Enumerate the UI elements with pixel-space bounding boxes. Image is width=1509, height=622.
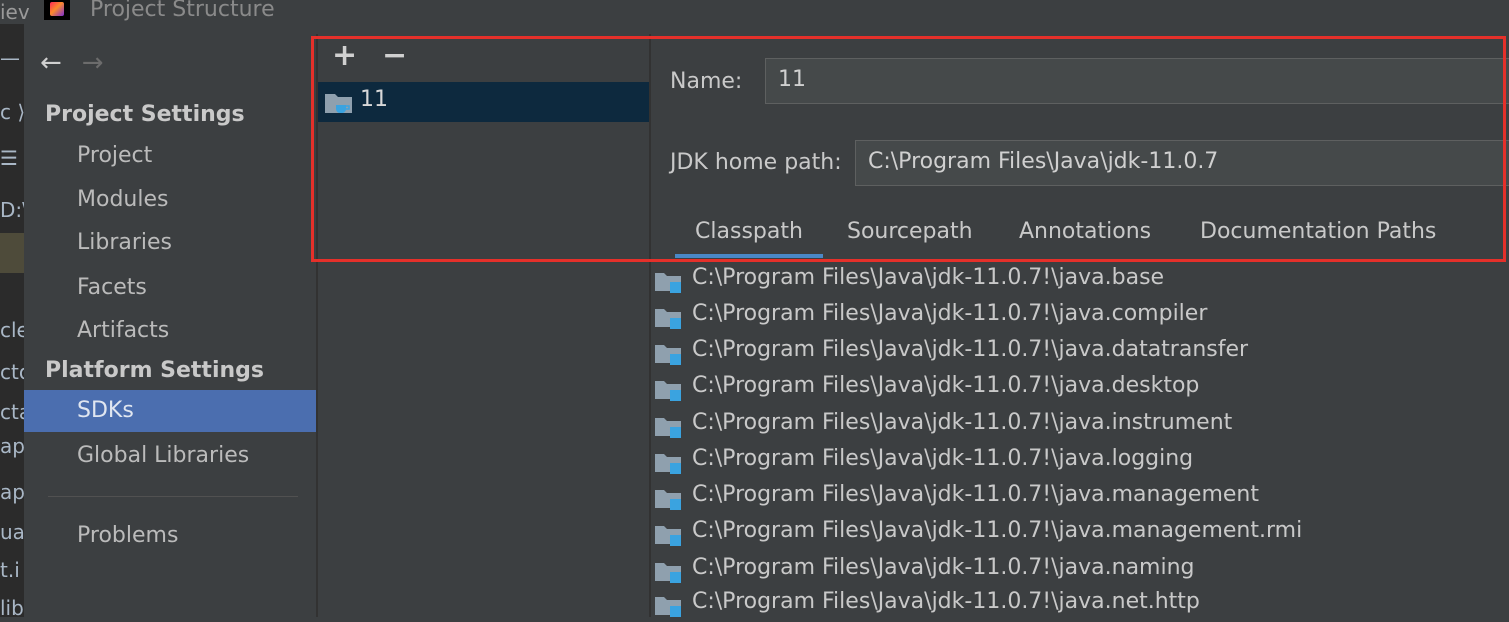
classpath-entry-path: C:\Program Files\Java\jdk-11.0.7!\java.n… bbox=[692, 555, 1195, 580]
nav-item-label: Artifacts bbox=[77, 318, 170, 343]
nav-item-libraries[interactable]: Libraries bbox=[24, 222, 316, 264]
name-label: Name: bbox=[670, 69, 743, 94]
sdk-list-pane: + − 11 bbox=[318, 34, 649, 617]
sdk-path-tabs: Classpath Sourcepath Annotations Documen… bbox=[651, 212, 1509, 258]
module-folder-icon bbox=[655, 345, 681, 365]
jdk-home-path-label: JDK home path: bbox=[670, 150, 842, 175]
nav-item-label: Libraries bbox=[77, 230, 173, 255]
remove-sdk-button[interactable]: − bbox=[382, 38, 407, 73]
add-sdk-button[interactable]: + bbox=[332, 38, 357, 73]
nav-item-project[interactable]: Project bbox=[24, 135, 316, 177]
nav-item-label: Modules bbox=[77, 187, 169, 212]
window-title: Project Structure bbox=[90, 0, 275, 22]
classpath-entry-path: C:\Program Files\Java\jdk-11.0.7!\java.d… bbox=[692, 337, 1249, 362]
module-folder-icon bbox=[655, 418, 681, 438]
jdk-home-path-field[interactable]: C:\Program Files\Java\jdk-11.0.7 bbox=[855, 140, 1509, 186]
bg-selection bbox=[0, 233, 24, 273]
background-window-fragment: iev bbox=[0, 0, 30, 24]
tab-label: Annotations bbox=[1019, 219, 1152, 244]
classpath-entry-path: C:\Program Files\Java\jdk-11.0.7!\java.b… bbox=[692, 265, 1165, 290]
classpath-entry-path: C:\Program Files\Java\jdk-11.0.7!\java.m… bbox=[692, 482, 1259, 507]
bg-fragment: ☰ bbox=[0, 146, 18, 170]
nav-item-label: Problems bbox=[77, 523, 179, 548]
platform-settings-header: Platform Settings bbox=[45, 358, 264, 383]
bg-fragment: c ⟩ bbox=[0, 100, 24, 124]
module-folder-icon bbox=[655, 526, 681, 546]
module-folder-icon bbox=[655, 490, 681, 510]
jdk-folder-icon bbox=[325, 94, 352, 113]
sdk-list-item[interactable]: 11 bbox=[318, 82, 649, 122]
nav-item-modules[interactable]: Modules bbox=[24, 179, 316, 221]
module-folder-icon bbox=[655, 381, 681, 401]
name-field[interactable]: 11 bbox=[765, 58, 1509, 104]
intellij-logo-icon bbox=[44, 0, 70, 20]
tab-label: Sourcepath bbox=[847, 219, 973, 244]
classpath-entry-path: C:\Program Files\Java\jdk-11.0.7!\java.i… bbox=[692, 410, 1233, 435]
forward-arrow-icon[interactable]: → bbox=[82, 48, 104, 78]
sdk-name: 11 bbox=[360, 87, 388, 112]
back-arrow-icon[interactable]: ← bbox=[40, 48, 62, 78]
nav-item-label: SDKs bbox=[77, 398, 134, 423]
background-editor-strip: — c ⟩ ☰ D:\ cle cto cta ap ap ua t.i lib bbox=[0, 24, 24, 617]
project-settings-header: Project Settings bbox=[45, 102, 245, 127]
title-bar: iev Project Structure bbox=[0, 0, 1509, 24]
nav-item-label: Facets bbox=[77, 275, 147, 300]
bg-fragment: ap bbox=[0, 434, 24, 458]
nav-item-facets[interactable]: Facets bbox=[24, 267, 316, 309]
bg-fragment: D:\ bbox=[0, 198, 24, 222]
classpath-entry-path: C:\Program Files\Java\jdk-11.0.7!\java.c… bbox=[692, 301, 1208, 326]
tab-label: Classpath bbox=[695, 219, 803, 244]
module-folder-icon bbox=[655, 273, 681, 293]
nav-arrows: ← → bbox=[40, 48, 124, 78]
nav-item-label: Global Libraries bbox=[77, 443, 250, 468]
bg-fragment: t.i bbox=[0, 558, 20, 582]
module-folder-icon bbox=[655, 309, 681, 329]
nav-item-sdks[interactable]: SDKs bbox=[24, 390, 316, 432]
bg-fragment: ap bbox=[0, 480, 24, 504]
classpath-entry-path: C:\Program Files\Java\jdk-11.0.7!\java.l… bbox=[692, 446, 1194, 471]
settings-nav: ← → Project Settings Project Modules Libr… bbox=[24, 34, 316, 617]
nav-item-problems[interactable]: Problems bbox=[24, 515, 316, 557]
module-folder-icon bbox=[655, 454, 681, 474]
bg-fragment: — bbox=[0, 46, 20, 70]
bg-fragment: cle bbox=[0, 318, 24, 342]
tab-classpath[interactable]: Classpath bbox=[675, 212, 823, 258]
module-folder-icon bbox=[655, 563, 681, 583]
bg-fragment: cta bbox=[0, 400, 24, 424]
sdk-list-toolbar: + − bbox=[318, 34, 649, 82]
tab-documentation-paths[interactable]: Documentation Paths bbox=[1200, 212, 1436, 258]
nav-item-global-libraries[interactable]: Global Libraries bbox=[24, 435, 316, 477]
classpath-entry-path: C:\Program Files\Java\jdk-11.0.7!\java.n… bbox=[692, 589, 1200, 614]
classpath-entry-path: C:\Program Files\Java\jdk-11.0.7!\java.m… bbox=[692, 518, 1303, 543]
bg-fragment: ua bbox=[0, 520, 24, 544]
tab-annotations[interactable]: Annotations bbox=[1019, 212, 1151, 258]
nav-divider bbox=[48, 496, 298, 497]
tab-label: Documentation Paths bbox=[1200, 219, 1437, 244]
sdk-detail-pane: Name: 11 JDK home path: C:\Program Files… bbox=[651, 34, 1509, 617]
module-folder-icon bbox=[655, 597, 681, 617]
nav-item-label: Project bbox=[77, 143, 153, 168]
bg-fragment: lib bbox=[0, 596, 24, 617]
nav-item-artifacts[interactable]: Artifacts bbox=[24, 310, 316, 352]
classpath-entry-path: C:\Program Files\Java\jdk-11.0.7!\java.d… bbox=[692, 373, 1200, 398]
bg-fragment: cto bbox=[0, 360, 24, 384]
tab-sourcepath[interactable]: Sourcepath bbox=[847, 212, 973, 258]
